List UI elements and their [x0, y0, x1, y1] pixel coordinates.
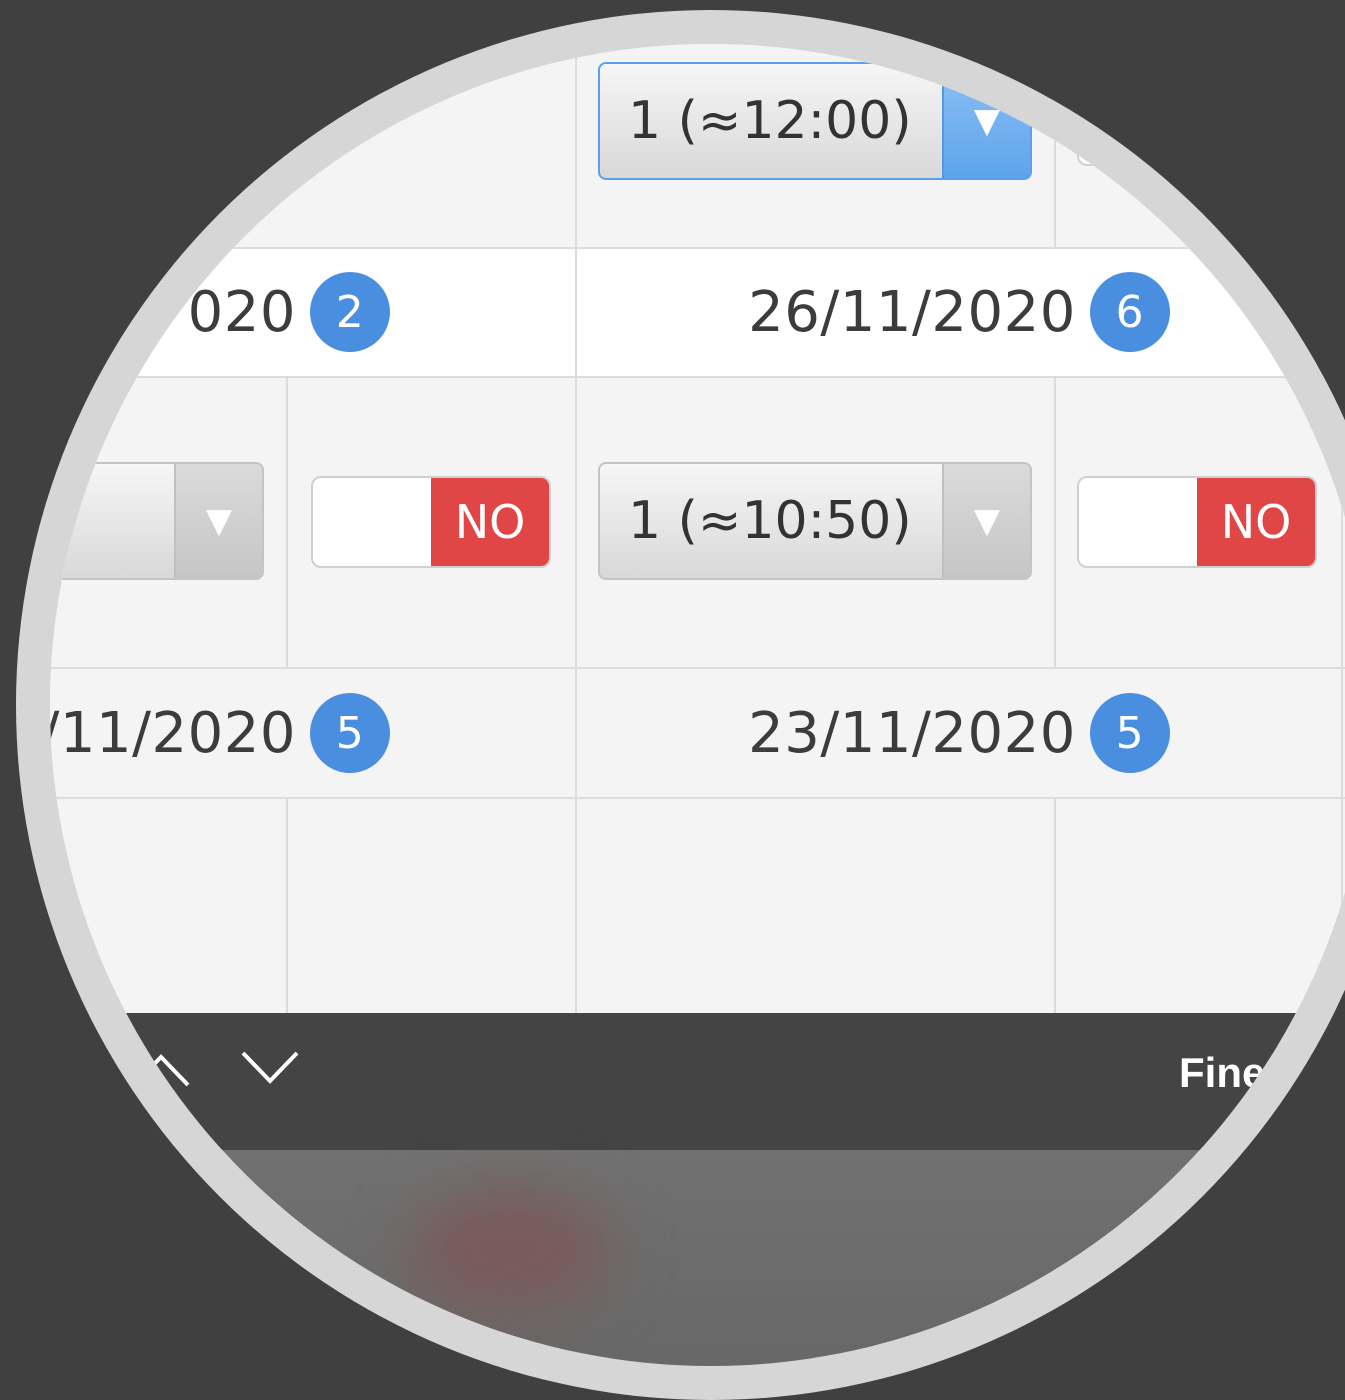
dropdown-arrow-icon[interactable]: ▼ — [942, 64, 1030, 178]
grid-line — [575, 798, 577, 1013]
departure-select[interactable]: ▼ — [50, 462, 264, 580]
toggle-switch[interactable]: NO — [1077, 476, 1317, 568]
blur-blob — [1230, 1180, 1345, 1300]
grid-line — [50, 797, 1345, 799]
blur-blob — [410, 1190, 610, 1310]
grid-line — [1341, 798, 1343, 1013]
date-cell: 26/11/2020 6 — [577, 248, 1341, 376]
toggle-no-label: NO — [431, 478, 549, 566]
grid-line — [286, 798, 288, 1013]
select-value: 1 (≈10:50) — [628, 491, 912, 551]
grid-line — [50, 376, 1345, 378]
grid-line — [1054, 798, 1056, 1013]
keyboard-area — [50, 1150, 1345, 1366]
grid-line — [575, 376, 577, 668]
departure-select[interactable]: 1 (≈10:50) ▼ — [598, 462, 1032, 580]
toggle-no-label: NO — [1197, 478, 1315, 566]
date-label: 23/11/2020 — [748, 700, 1076, 766]
grid-line — [1054, 44, 1056, 248]
keyboard-toolbar: Fine — [50, 1013, 1345, 1150]
date-label: 26/11/2020 — [748, 279, 1076, 345]
magnifier-lens: 1 (≈12:00) ▼ 020 2 26/11/2020 6 ▼ NO 1 (… — [50, 44, 1345, 1366]
toggle-switch[interactable]: NO — [311, 476, 551, 568]
date-cell: 020 2 — [50, 248, 390, 376]
select-value: 1 (≈12:00) — [628, 91, 912, 151]
toggle-switch[interactable] — [1077, 74, 1345, 166]
done-button[interactable]: Fine — [1179, 1049, 1265, 1097]
grid-line — [1341, 376, 1343, 668]
date-label: /11/2020 — [50, 700, 296, 766]
date-cell: /11/2020 5 — [50, 669, 390, 797]
grid-line — [1341, 248, 1343, 376]
chevron-down-icon[interactable] — [235, 1043, 305, 1097]
date-cell: 23/11/2020 5 — [577, 669, 1341, 797]
grid-line — [575, 44, 577, 248]
grid-line — [1054, 376, 1056, 668]
grid-line — [1341, 668, 1343, 798]
dropdown-arrow-icon[interactable]: ▼ — [174, 464, 262, 578]
count-badge: 2 — [310, 272, 390, 352]
departure-select[interactable]: 1 (≈12:00) ▼ — [598, 62, 1032, 180]
date-label: 020 — [187, 279, 296, 345]
table-row — [50, 798, 1345, 1013]
count-badge: 5 — [310, 693, 390, 773]
chevron-up-icon[interactable] — [126, 1043, 196, 1097]
count-badge: 6 — [1089, 272, 1170, 352]
count-badge: 5 — [1089, 693, 1170, 773]
grid-line — [286, 376, 288, 668]
dropdown-arrow-icon[interactable]: ▼ — [942, 464, 1030, 578]
